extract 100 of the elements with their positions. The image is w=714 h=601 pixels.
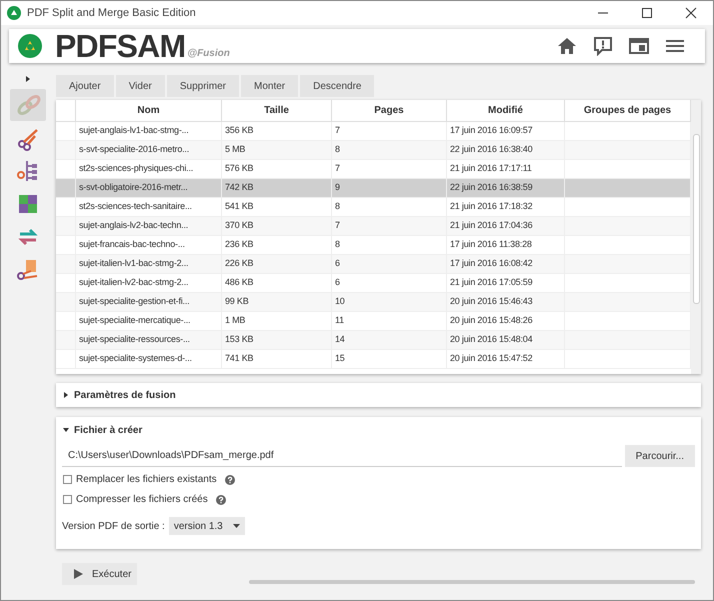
table-row[interactable]: sujet-anglais-lv1-bac-stmg-... 356 KB 7 17 juin 2016 16:09:57 bbox=[56, 122, 691, 141]
table-cell-text: 153 KB bbox=[225, 333, 254, 346]
logo-text: PDFSAM bbox=[55, 30, 186, 62]
table-cell-text: 20 juin 2016 15:48:26 bbox=[450, 314, 532, 328]
feedback-icon[interactable] bbox=[593, 36, 613, 56]
table-cell-text: 21 juin 2016 17:18:32 bbox=[450, 200, 532, 214]
table-cell-text: 7 bbox=[335, 162, 340, 176]
expand-arrow-icon[interactable] bbox=[24, 75, 32, 83]
table-cell-text: sujet-francais-bac-techno-... bbox=[79, 238, 185, 252]
table-cell-text: 236 KB bbox=[225, 238, 254, 252]
table-cell-text: sujet-specialite-systemes-d-... bbox=[79, 352, 192, 366]
table-row[interactable]: sujet-specialite-mercatique-... 1 MB 11 20 juin 2016 15:48:26 bbox=[56, 312, 691, 331]
table-row[interactable]: st2s-sciences-physiques-chi... 576 KB 7 21 juin 2016 17:17:11 bbox=[56, 160, 691, 179]
version-dropdown[interactable]: version 1.3 bbox=[168, 517, 245, 535]
play-icon bbox=[74, 569, 83, 579]
logo-icon bbox=[17, 33, 43, 59]
table-cell-text: 6 bbox=[335, 257, 340, 270]
table-cell-text: 1 MB bbox=[225, 314, 246, 328]
table-cell-text: 99 KB bbox=[225, 295, 249, 308]
table-cell-text: 226 KB bbox=[225, 257, 254, 270]
table-row[interactable]: sujet-anglais-lv2-bac-techn... 370 KB 7 21 juin 2016 17:04:36 bbox=[56, 217, 691, 236]
table-cell-text: 10 bbox=[335, 295, 345, 308]
table-row[interactable]: sujet-italien-lv2-bac-stmg-2... 486 KB 6 21 juin 2016 17:05:59 bbox=[56, 274, 691, 293]
table-cell-text: 14 bbox=[335, 333, 345, 346]
column-header[interactable]: Taille bbox=[222, 100, 332, 121]
settings-panel-header[interactable]: Paramètres de fusion bbox=[56, 383, 701, 407]
table-cell-text: 370 KB bbox=[225, 219, 254, 232]
table-cell-text: 7 bbox=[335, 219, 340, 232]
table-row[interactable]: st2s-sciences-tech-sanitaire... 541 KB 8 21 juin 2016 17:18:32 bbox=[56, 198, 691, 217]
table-cell-text: 8 bbox=[335, 143, 340, 156]
expand-arrow-icon bbox=[62, 391, 70, 399]
table-row[interactable]: sujet-italien-lv1-bac-stmg-2... 226 KB 6 17 juin 2016 16:08:42 bbox=[56, 255, 691, 274]
table-cell-text: 541 KB bbox=[225, 200, 254, 214]
table-cell-text: st2s-sciences-physiques-chi... bbox=[79, 162, 194, 176]
run-button[interactable]: Exécuter bbox=[62, 563, 137, 585]
checkbox-label[interactable]: Compresser les fichiers créés bbox=[76, 492, 208, 507]
checkbox-label[interactable]: Remplacer les fichiers existants bbox=[76, 472, 217, 487]
table-cell-text: 20 juin 2016 15:47:52 bbox=[450, 352, 532, 366]
toolbar-button[interactable]: Supprimer bbox=[166, 75, 239, 97]
table-row[interactable]: sujet-specialite-ressources-... 153 KB 14 20 juin 2016 15:48:04 bbox=[56, 331, 691, 350]
table-cell-text: sujet-anglais-lv1-bac-stmg-... bbox=[79, 124, 189, 138]
table-cell-text: 9 bbox=[335, 181, 340, 194]
window-title: PDF Split and Merge Basic Edition bbox=[27, 6, 196, 21]
toolbar-button[interactable]: Monter bbox=[241, 75, 298, 97]
logo-subtitle: @Fusion bbox=[187, 46, 230, 60]
table-cell-text: sujet-italien-lv1-bac-stmg-2... bbox=[79, 257, 188, 270]
app-logo-icon bbox=[7, 6, 21, 20]
table-cell-text: 11 bbox=[335, 314, 344, 328]
table-cell-text: 486 KB bbox=[225, 276, 254, 290]
panel-title: Paramètres de fusion bbox=[74, 388, 176, 402]
table-cell-text: 20 juin 2016 15:46:43 bbox=[450, 295, 532, 308]
table-cell-text: 5 MB bbox=[225, 143, 246, 156]
table-cell-text: sujet-italien-lv2-bac-stmg-2... bbox=[79, 276, 188, 290]
toolbar-button[interactable]: Descendre bbox=[300, 75, 374, 97]
table-row[interactable]: sujet-specialite-gestion-et-fi... 99 KB 10 20 juin 2016 15:46:43 bbox=[56, 293, 691, 312]
help-icon bbox=[216, 494, 226, 504]
table-cell-text: 742 KB bbox=[225, 181, 254, 194]
caret-icon bbox=[232, 524, 240, 528]
table-cell-text: 20 juin 2016 15:48:04 bbox=[450, 333, 532, 346]
version-label: Version PDF de sortie : bbox=[62, 520, 165, 534]
browse-button[interactable]: Parcourir... bbox=[624, 445, 695, 467]
output-panel-header[interactable]: Fichier à créer bbox=[62, 423, 695, 437]
toolbar-button[interactable]: Ajouter bbox=[56, 75, 114, 97]
collapse-arrow-icon bbox=[62, 426, 70, 434]
merge-tool-icon bbox=[14, 92, 40, 118]
table-cell-text: sujet-specialite-ressources-... bbox=[79, 333, 190, 346]
menu-icon[interactable] bbox=[665, 38, 685, 54]
table-cell-text: 15 bbox=[335, 352, 345, 366]
table-cell-text: 356 KB bbox=[225, 124, 254, 138]
table-cell-text: 21 juin 2016 17:17:11 bbox=[450, 162, 532, 176]
table-cell-text: 22 juin 2016 16:38:59 bbox=[450, 181, 532, 194]
column-header[interactable]: Pages bbox=[332, 100, 447, 121]
table-cell-text: sujet-specialite-gestion-et-fi... bbox=[79, 295, 190, 308]
table-cell-text: 17 juin 2016 11:38:28 bbox=[450, 238, 532, 252]
table-cell-text: s-svt-specialite-2016-metro... bbox=[79, 143, 190, 156]
table-cell-text: 21 juin 2016 17:04:36 bbox=[450, 219, 532, 232]
table-cell-text: 741 KB bbox=[225, 352, 254, 366]
table-cell-text: 7 bbox=[335, 124, 340, 138]
table-cell-text: sujet-specialite-mercatique-... bbox=[79, 314, 190, 328]
column-header[interactable]: Modifié bbox=[447, 100, 565, 121]
table-cell-text: 6 bbox=[335, 276, 340, 290]
table-cell-text: 17 juin 2016 16:09:57 bbox=[450, 124, 532, 138]
table-cell-text: sujet-anglais-lv2-bac-techn... bbox=[79, 219, 188, 232]
table-cell-text: s-svt-obligatoire-2016-metr... bbox=[79, 181, 188, 194]
table-cell-text: 17 juin 2016 16:08:42 bbox=[450, 257, 532, 270]
table-row[interactable]: s-svt-obligatoire-2016-metr... 742 KB 9 22 juin 2016 16:38:59 bbox=[56, 179, 691, 198]
home-icon[interactable] bbox=[557, 37, 577, 55]
table-row[interactable]: sujet-francais-bac-techno-... 236 KB 8 17 juin 2016 11:38:28 bbox=[56, 236, 691, 255]
table-row[interactable]: sujet-specialite-systemes-d-... 741 KB 15 20 juin 2016 15:47:52 bbox=[56, 350, 691, 369]
table-row[interactable]: s-svt-specialite-2016-metro... 5 MB 8 22 juin 2016 16:38:40 bbox=[56, 141, 691, 160]
toolbar-button[interactable]: Vider bbox=[116, 75, 165, 97]
checkbox[interactable] bbox=[63, 495, 72, 504]
scrollbar[interactable] bbox=[691, 100, 701, 374]
table-cell-text: 8 bbox=[335, 200, 340, 214]
table-cell-text: 576 KB bbox=[225, 162, 254, 176]
panel-title: Fichier à créer bbox=[74, 424, 142, 438]
table-cell-text: 21 juin 2016 17:05:59 bbox=[450, 276, 532, 290]
help-icon bbox=[224, 474, 235, 484]
checkbox[interactable] bbox=[63, 475, 72, 484]
column-header[interactable]: Nom bbox=[76, 100, 222, 121]
